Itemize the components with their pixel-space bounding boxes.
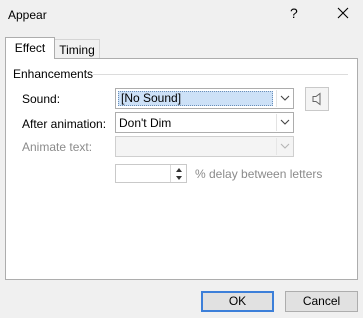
after-animation-dropdown[interactable]: Don't Dim [115, 112, 294, 133]
after-animation-label: After animation: [22, 117, 107, 131]
tab-effect[interactable]: Effect [5, 37, 55, 59]
tab-timing-label: Timing [59, 43, 95, 57]
chevron-down-icon[interactable] [276, 138, 292, 155]
tab-effect-label: Effect [14, 41, 46, 55]
animate-text-label: Animate text: [22, 140, 93, 154]
sound-value: [No Sound] [118, 91, 273, 106]
chevron-down-icon[interactable] [276, 114, 292, 131]
ok-button[interactable]: OK [201, 291, 274, 312]
sound-preview-button[interactable] [305, 87, 329, 111]
sound-dropdown[interactable]: [No Sound] [115, 88, 294, 109]
sound-label: Sound: [22, 92, 61, 106]
title-bar: Appear ? [0, 0, 363, 32]
tab-timing[interactable]: Timing [54, 39, 100, 58]
animate-text-dropdown[interactable] [115, 136, 294, 157]
after-animation-value: Don't Dim [119, 116, 172, 130]
chevron-down-icon[interactable] [276, 90, 292, 107]
spin-up-icon [176, 168, 182, 172]
cancel-button[interactable]: Cancel [285, 291, 358, 312]
delay-spinner[interactable] [115, 164, 187, 183]
enhancements-group-label: Enhancements [13, 67, 94, 81]
delay-between-letters-label: % delay between letters [195, 167, 323, 181]
spin-down-icon [176, 176, 182, 180]
group-divider [93, 74, 348, 75]
help-button[interactable]: ? [290, 5, 298, 21]
dialog-title: Appear [8, 8, 47, 22]
close-icon[interactable] [336, 6, 350, 20]
appear-dialog: Appear ? Effect Timing Enhancements Soun… [0, 0, 363, 318]
spinner-buttons[interactable] [170, 165, 186, 182]
